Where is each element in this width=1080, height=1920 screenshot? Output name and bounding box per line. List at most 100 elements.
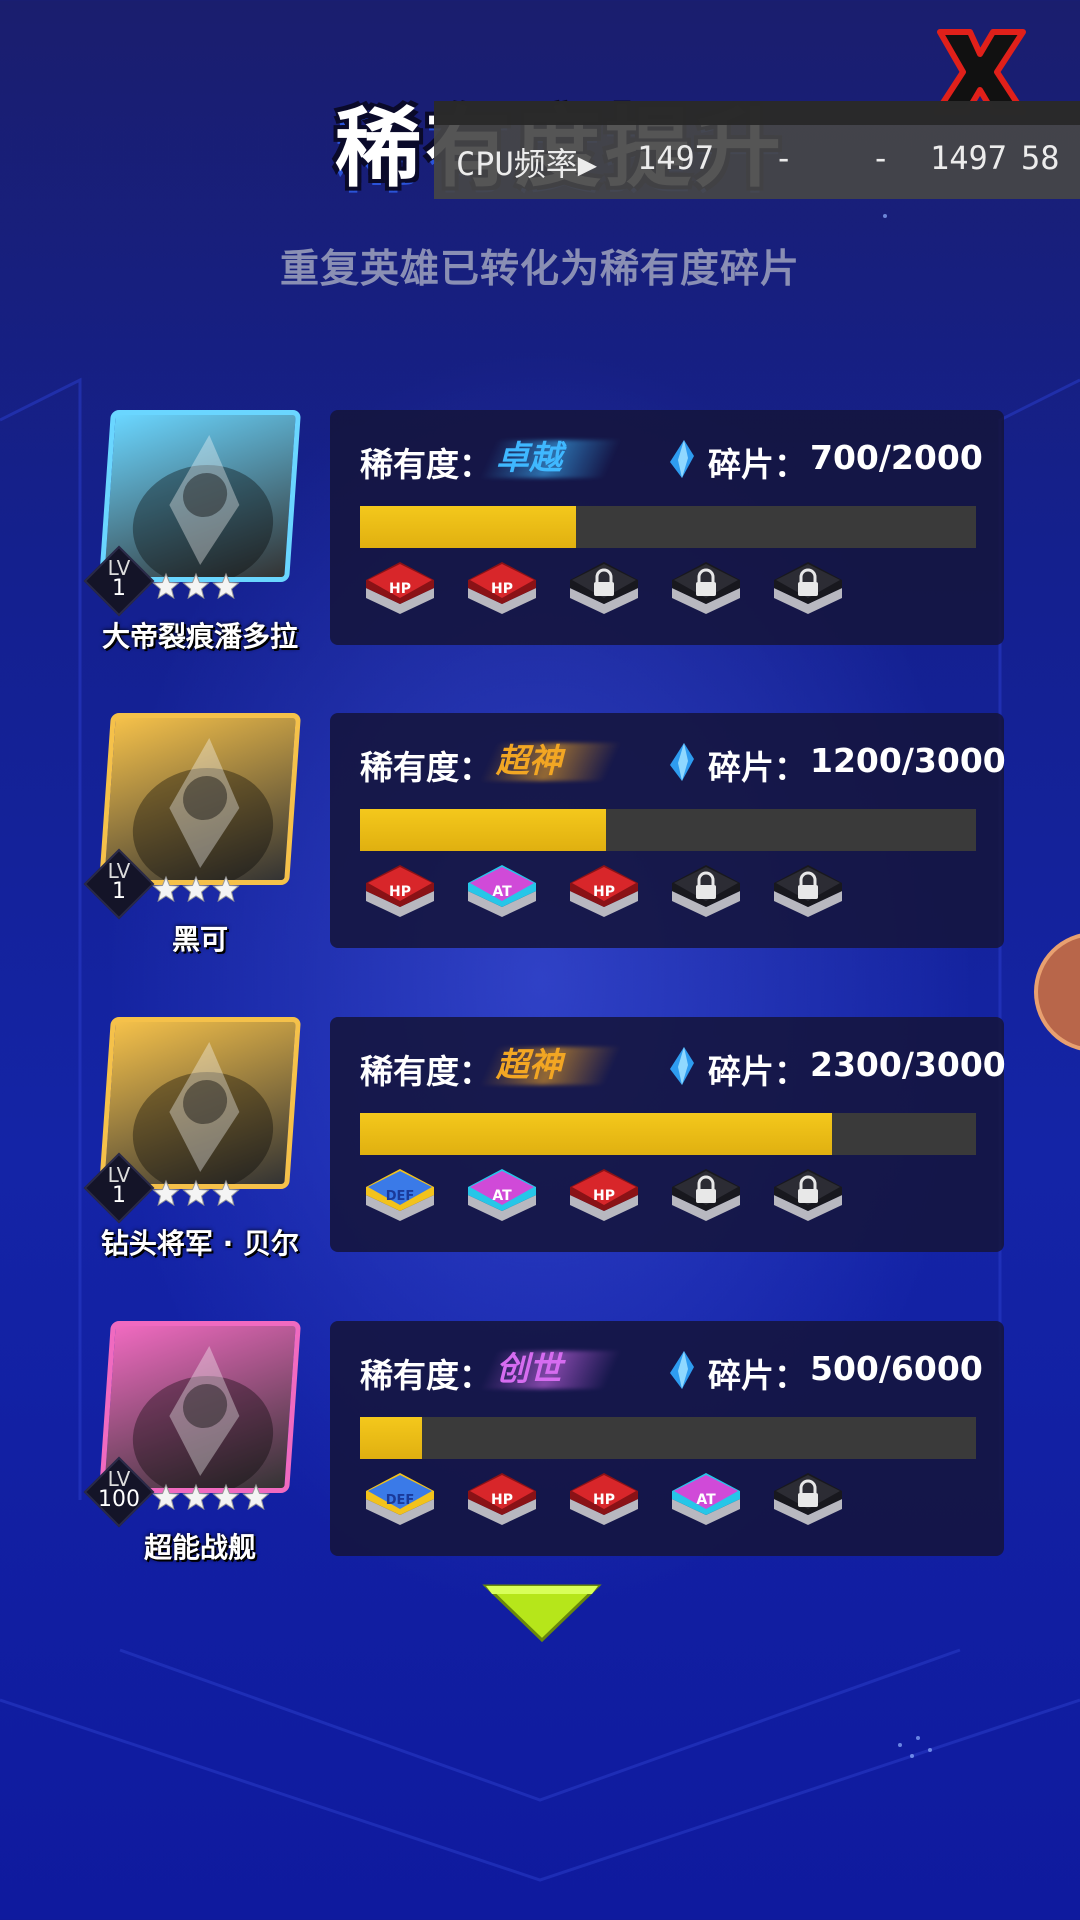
svg-text:HP: HP <box>593 884 615 900</box>
def-chip-icon[interactable]: DEF <box>362 1469 438 1531</box>
fragment-progress-fill <box>360 1417 422 1459</box>
fragment-count: 1200/3000 <box>810 741 1006 780</box>
level-value: 1 <box>112 879 126 904</box>
hero-name: 大帝裂痕潘多拉 <box>101 620 298 653</box>
cpu-label: CPU频率▶ <box>456 145 598 183</box>
svg-text:HP: HP <box>593 1492 615 1508</box>
fragment-count: 500/6000 <box>810 1349 983 1388</box>
level-badge: LV 1 <box>83 848 155 920</box>
star-icon <box>212 875 240 903</box>
rarity-value: 超神 <box>479 1039 622 1091</box>
hero-row: LV 1 大帝裂痕潘多拉 稀有度： 卓越 碎片： 700/2000 HP HP <box>0 410 1080 653</box>
fragment-label: 碎片： <box>708 1356 807 1395</box>
fragment-count: 700/2000 <box>810 438 983 477</box>
hero-name: 黑可 <box>171 923 228 956</box>
attribute-chips: DEF HP HP AT <box>362 1469 846 1531</box>
level-value: 1 <box>112 1183 126 1208</box>
atk-chip-icon[interactable]: AT <box>668 1469 744 1531</box>
scroll-down-arrow-icon[interactable] <box>482 1582 602 1644</box>
attribute-chips: HP HP <box>362 558 846 620</box>
locked-slot-icon[interactable] <box>668 1165 744 1227</box>
rarity-label: 稀有度： <box>360 748 492 787</box>
star-icon <box>182 1483 210 1511</box>
cpu-value-5: 58 <box>1021 139 1060 177</box>
star-rating <box>152 572 240 602</box>
level-badge: LV 1 <box>83 545 155 617</box>
hero-row: LV 1 钻头将军 · 贝尔 稀有度： 超神 碎片： 2300/3000 DEF <box>0 1017 1080 1260</box>
svg-text:HP: HP <box>389 884 411 900</box>
cpu-frequency-overlay: CPU频率▶ 1497 - - 1497 58 <box>434 101 1080 199</box>
fragment-progress-bar <box>360 506 976 548</box>
fragment-label: 碎片： <box>708 445 807 484</box>
rarity-label: 稀有度： <box>360 445 492 484</box>
svg-text:HP: HP <box>593 1188 615 1204</box>
level-badge: LV 100 <box>83 1456 155 1528</box>
locked-slot-icon[interactable] <box>770 861 846 923</box>
fragment-progress-fill <box>360 1113 832 1155</box>
hero-row: LV 1 黑可 稀有度： 超神 碎片： 1200/3000 HP AT HP <box>0 713 1080 956</box>
atk-chip-icon[interactable]: AT <box>464 861 540 923</box>
rarity-value: 超神 <box>479 735 622 787</box>
attribute-chips: HP AT HP <box>362 861 846 923</box>
svg-text:AT: AT <box>696 1492 716 1508</box>
star-icon <box>212 1483 240 1511</box>
svg-text:DEF: DEF <box>386 1493 415 1508</box>
fragment-count: 2300/3000 <box>810 1045 1006 1084</box>
star-icon <box>242 1483 270 1511</box>
cpu-value-4: 1497 <box>930 139 1008 177</box>
subtitle: 重复英雄已转化为稀有度碎片 <box>279 247 800 292</box>
hp-chip-icon[interactable]: HP <box>566 861 642 923</box>
star-icon <box>212 1179 240 1207</box>
star-icon <box>182 572 210 600</box>
hero-name: 钻头将军 · 贝尔 <box>100 1227 300 1260</box>
def-chip-icon[interactable]: DEF <box>362 1165 438 1227</box>
rarity-label: 稀有度： <box>360 1052 492 1091</box>
attribute-chips: DEF AT HP <box>362 1165 846 1227</box>
locked-slot-icon[interactable] <box>770 1469 846 1531</box>
hp-chip-icon[interactable]: HP <box>566 1165 642 1227</box>
svg-text:HP: HP <box>491 1492 513 1508</box>
locked-slot-icon[interactable] <box>770 558 846 620</box>
star-icon <box>152 1179 180 1207</box>
level-value: 1 <box>112 576 126 601</box>
svg-text:AT: AT <box>492 1188 512 1204</box>
svg-text:HP: HP <box>389 581 411 597</box>
fragment-icon <box>670 1351 694 1389</box>
hp-chip-icon[interactable]: HP <box>566 1469 642 1531</box>
fragment-progress-bar <box>360 1113 976 1155</box>
atk-chip-icon[interactable]: AT <box>464 1165 540 1227</box>
rarity-panel: 稀有度： 超神 碎片： 1200/3000 HP AT HP <box>330 713 1006 948</box>
level-value: 100 <box>98 1487 140 1512</box>
hp-chip-icon[interactable]: HP <box>362 558 438 620</box>
hp-chip-icon[interactable]: HP <box>362 861 438 923</box>
hp-chip-icon[interactable]: HP <box>464 1469 540 1531</box>
locked-slot-icon[interactable] <box>668 861 744 923</box>
cpu-value-3: - <box>871 139 891 177</box>
fragment-progress-bar <box>360 1417 976 1459</box>
level-badge: LV 1 <box>83 1152 155 1224</box>
svg-text:DEF: DEF <box>386 1189 415 1204</box>
svg-text:HP: HP <box>491 581 513 597</box>
star-rating <box>152 1483 270 1513</box>
star-icon <box>182 875 210 903</box>
rarity-panel: 稀有度： 卓越 碎片： 700/2000 HP HP <box>330 410 1004 645</box>
star-icon <box>212 572 240 600</box>
locked-slot-icon[interactable] <box>770 1165 846 1227</box>
star-icon <box>152 1483 180 1511</box>
fragment-label: 碎片： <box>708 748 807 787</box>
rarity-panel: 稀有度： 创世 碎片： 500/6000 DEF HP HP AT <box>330 1321 1004 1556</box>
svg-text:AT: AT <box>492 884 512 900</box>
locked-slot-icon[interactable] <box>668 558 744 620</box>
locked-slot-icon[interactable] <box>566 558 642 620</box>
fragment-label: 碎片： <box>708 1052 807 1091</box>
rarity-label: 稀有度： <box>360 1356 492 1395</box>
star-rating <box>152 875 240 905</box>
star-icon <box>152 572 180 600</box>
star-rating <box>152 1179 240 1209</box>
fragment-progress-fill <box>360 506 576 548</box>
rarity-value: 卓越 <box>479 432 622 484</box>
star-icon <box>152 875 180 903</box>
cpu-value-2: - <box>774 139 794 177</box>
fragment-icon <box>670 1047 694 1085</box>
hp-chip-icon[interactable]: HP <box>464 558 540 620</box>
